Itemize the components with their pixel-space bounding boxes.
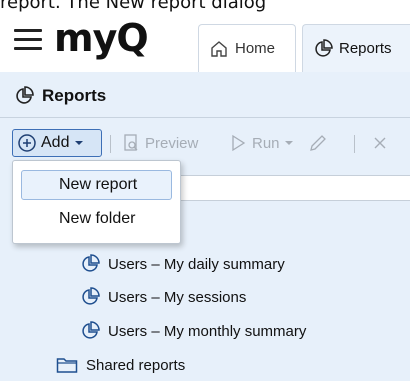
tree-item-shared-reports[interactable]: Shared reports xyxy=(56,352,185,378)
folder-icon xyxy=(56,358,78,373)
report-icon xyxy=(82,254,100,272)
pencil-icon xyxy=(310,135,326,151)
page-caption: report. The New report dialog xyxy=(0,0,267,12)
chevron-down-icon xyxy=(75,141,84,145)
edit-button[interactable] xyxy=(308,129,328,157)
tree-item-daily-summary[interactable]: Users – My daily summary xyxy=(80,251,285,277)
divider xyxy=(0,117,410,118)
preview-button-label: Preview xyxy=(145,134,199,152)
tab-home[interactable]: Home xyxy=(198,24,296,72)
tree-item-label: Users – My daily summary xyxy=(108,255,285,273)
add-button-label: Add xyxy=(41,134,70,151)
tree-item-monthly-summary[interactable]: Users – My monthly summary xyxy=(80,318,306,344)
chevron-down-icon xyxy=(284,141,293,145)
delete-button[interactable] xyxy=(372,129,388,157)
toolbar-separator xyxy=(354,135,355,153)
app-logo: myQ xyxy=(54,16,149,60)
panel-title: Reports xyxy=(14,86,106,106)
toolbar: Add Preview Run xyxy=(0,126,410,160)
tab-reports-label: Reports xyxy=(339,40,392,57)
tree-item-sessions[interactable]: Users – My sessions xyxy=(80,284,246,310)
reports-panel: Reports Add Preview Run New report New f… xyxy=(0,72,410,381)
plus-circle-icon xyxy=(18,134,36,152)
play-icon xyxy=(232,134,246,152)
add-dropdown-menu: New report New folder xyxy=(12,160,181,244)
run-button[interactable]: Run xyxy=(228,129,294,157)
reports-icon xyxy=(315,38,333,57)
preview-button[interactable]: Preview xyxy=(121,129,198,157)
add-button[interactable]: Add xyxy=(12,129,102,157)
home-icon xyxy=(211,40,227,57)
tree-item-label: Users – My monthly summary xyxy=(108,322,307,340)
report-icon xyxy=(82,321,100,339)
reports-icon xyxy=(16,86,34,104)
tree-item-label: Shared reports xyxy=(86,356,186,374)
hamburger-menu-icon[interactable] xyxy=(14,29,42,50)
tab-home-label: Home xyxy=(235,40,276,57)
app-header: myQ Home Reports xyxy=(0,12,410,72)
panel-title-text: Reports xyxy=(42,86,107,105)
close-icon xyxy=(374,137,386,149)
menu-item-new-folder[interactable]: New folder xyxy=(21,204,172,234)
preview-icon xyxy=(124,134,138,151)
tree-item-label: Users – My sessions xyxy=(108,288,247,306)
run-button-label: Run xyxy=(252,134,280,152)
toolbar-separator xyxy=(110,135,111,153)
menu-item-new-report[interactable]: New report xyxy=(21,170,172,200)
tab-reports[interactable]: Reports xyxy=(302,24,410,72)
report-icon xyxy=(82,287,100,305)
